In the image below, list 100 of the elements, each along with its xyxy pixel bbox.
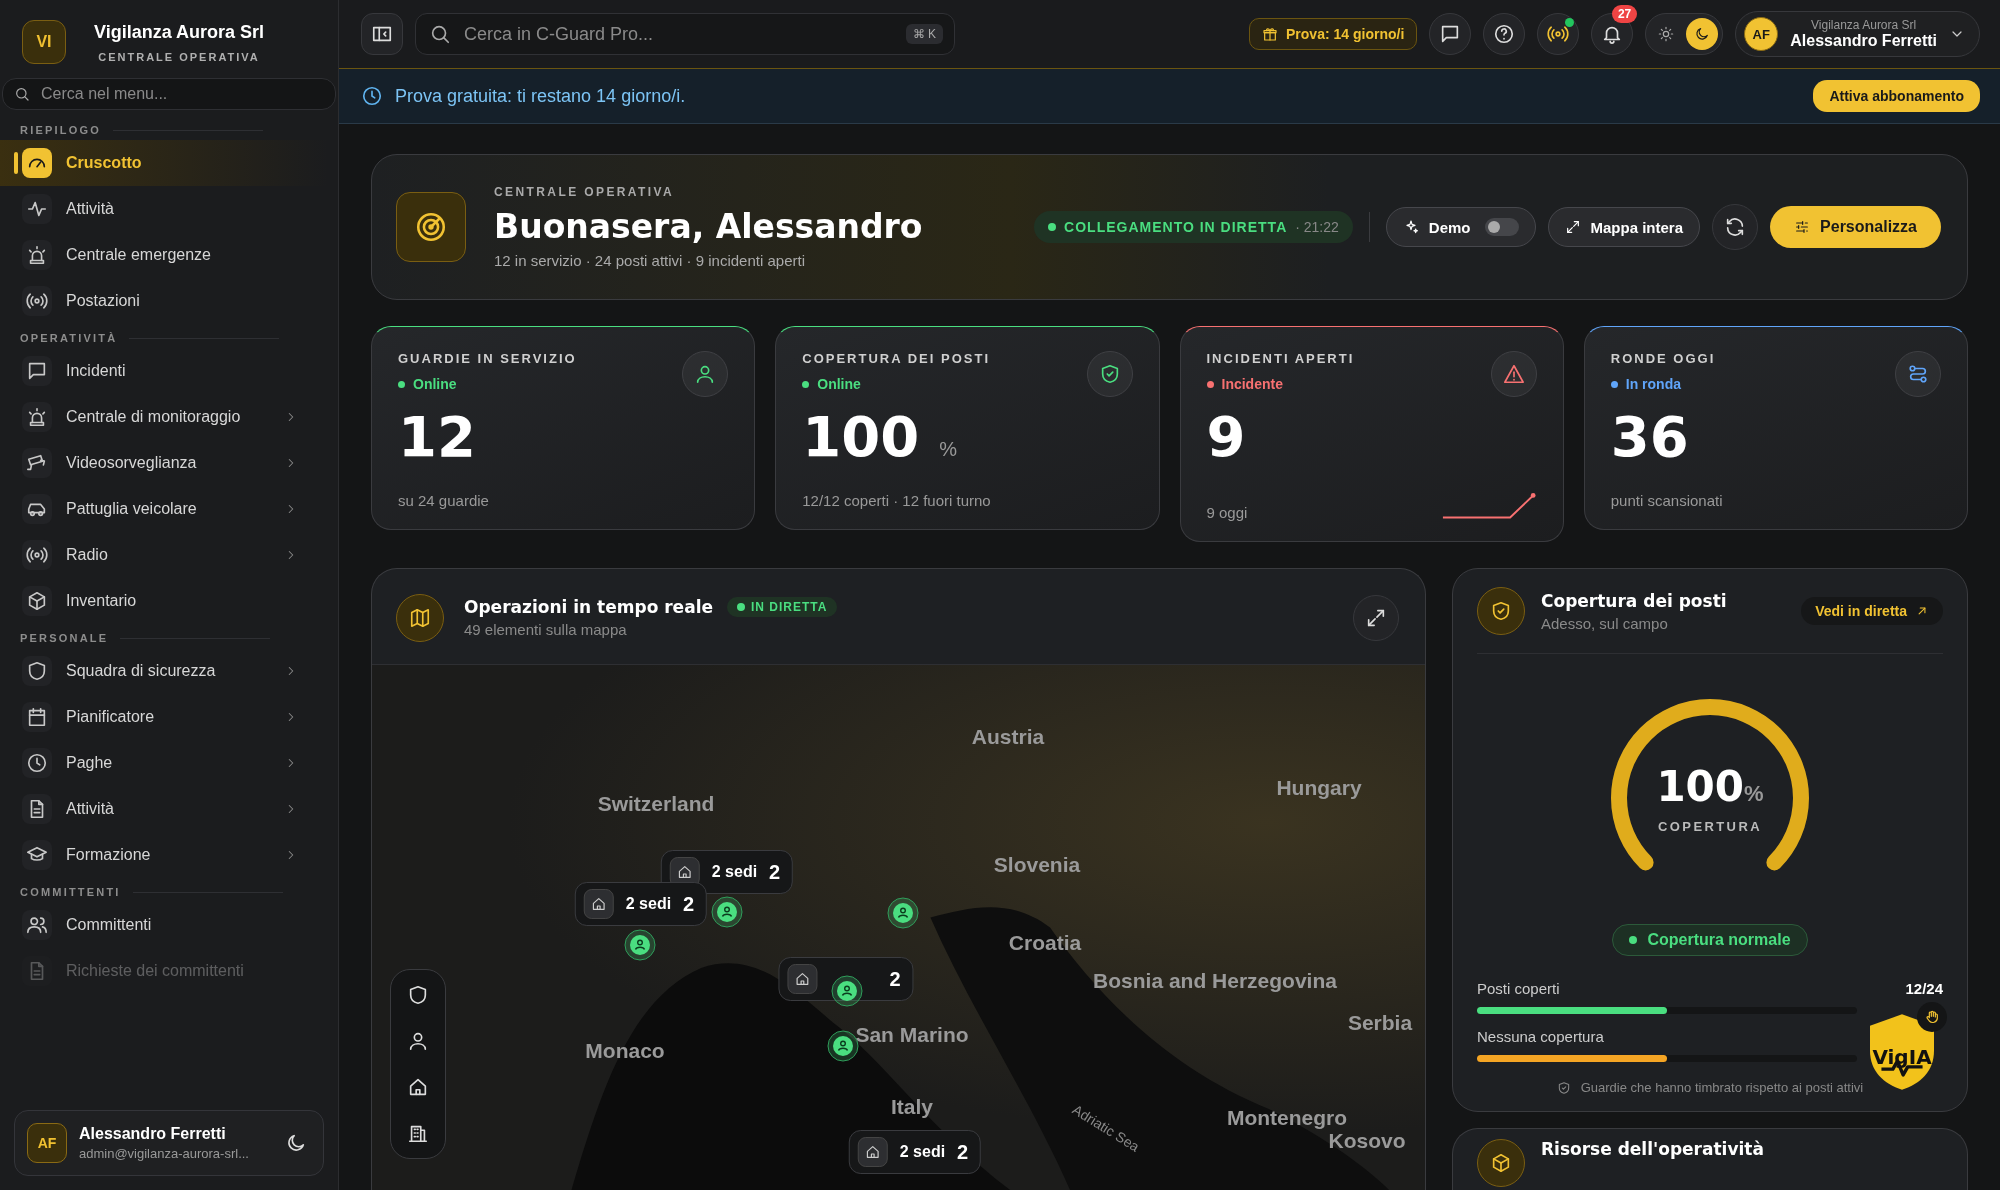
nav-item[interactable]: Formazione xyxy=(0,832,328,878)
status-label: In ronda xyxy=(1625,376,1681,392)
avatar: AF xyxy=(1744,17,1779,51)
country-label: Austria xyxy=(971,725,1045,747)
expand-button[interactable] xyxy=(1353,594,1399,641)
nav-item[interactable]: Postazioni xyxy=(0,278,328,324)
gauge-caption: COPERTURA xyxy=(1658,819,1762,834)
stat-value: 100 xyxy=(802,409,920,465)
menu-search-field[interactable]: Cerca nel menu... xyxy=(2,78,336,110)
panel-title: Risorse dell'operatività xyxy=(1541,1139,1764,1159)
help-button[interactable] xyxy=(1483,13,1526,55)
stat-value: 12 xyxy=(398,409,476,465)
shield-icon xyxy=(26,660,48,682)
live-view-link[interactable]: Vedi in diretta xyxy=(1801,597,1943,625)
stat-footnote: 9 oggi xyxy=(1206,504,1248,521)
trial-button[interactable]: Prova: 14 giorno/i xyxy=(1249,18,1418,50)
shield-check-icon xyxy=(1556,1080,1571,1095)
gauge-unit: % xyxy=(1744,781,1764,806)
panel-subtitle: Adesso, sul campo xyxy=(1541,614,1669,632)
route-icon xyxy=(1907,363,1929,385)
subscribe-button[interactable]: Attiva abbonamento xyxy=(1813,80,1980,112)
status-label: Online xyxy=(817,376,861,392)
broadcast-icon xyxy=(26,544,48,566)
nav-item[interactable]: Inventario xyxy=(0,578,328,624)
guard-marker[interactable] xyxy=(624,929,656,961)
broadcast-icon xyxy=(26,290,48,312)
user-menu[interactable]: AF Vigilanza Aurora Srl Alessandro Ferretti xyxy=(1735,11,1980,57)
home-icon xyxy=(676,864,693,880)
nav-item[interactable]: Pattuglia veicolare xyxy=(0,486,328,532)
refresh-button[interactable] xyxy=(1712,204,1759,250)
siren-icon xyxy=(26,244,48,266)
country-label: Bosnia and Herzegovina xyxy=(1093,969,1337,991)
coverage-status-pill: Copertura normale xyxy=(1612,924,1808,956)
live-badge: IN DIRETTA xyxy=(727,597,838,617)
org-name: Vigilanza Aurora Srl xyxy=(94,21,265,43)
country-label: Serbia xyxy=(1347,1011,1413,1033)
siren-icon xyxy=(26,406,48,428)
user-icon[interactable] xyxy=(407,1030,429,1052)
country-label: Hungary xyxy=(1276,776,1362,798)
site-cluster[interactable]: 2 sedi 2 xyxy=(660,850,794,894)
demo-toggle[interactable]: Demo xyxy=(1385,207,1536,247)
nav-item[interactable]: Paghe xyxy=(0,740,328,786)
full-map-button[interactable]: Mappa intera xyxy=(1547,207,1701,247)
site-cluster[interactable]: 2 xyxy=(778,957,914,1001)
site-cluster[interactable]: 2 sedi 2 xyxy=(848,1130,982,1174)
nav-item[interactable]: Pianificatore xyxy=(0,694,328,740)
country-label: Monaco xyxy=(585,1039,665,1061)
gauge-value: 100 xyxy=(1656,762,1745,811)
radio-button[interactable] xyxy=(1537,13,1580,55)
stat-footnote: punti scansionati xyxy=(1610,492,1723,509)
nav-item[interactable]: Squadra di sicurezza xyxy=(0,648,328,694)
guard-marker[interactable] xyxy=(887,897,919,929)
panel-title: Operazioni in tempo reale xyxy=(464,597,713,617)
bar-label: Nessuna copertura xyxy=(1477,1028,1604,1045)
user-name: Alessandro Ferretti xyxy=(79,1125,227,1143)
home-icon[interactable] xyxy=(407,1076,429,1098)
assistant-button[interactable]: VigIA xyxy=(1867,1012,1937,1092)
stat-value: 36 xyxy=(1610,409,1689,465)
section-heading: OPERATIVITÀ xyxy=(20,332,118,344)
nav-item[interactable]: Incidenti xyxy=(0,348,328,394)
live-status-pill: COLLEGAMENTO IN DIRETTA · 21:22 xyxy=(1034,211,1353,243)
dark-theme-button[interactable] xyxy=(1686,18,1719,50)
customize-button[interactable]: Personalizza xyxy=(1770,206,1941,248)
nav-item[interactable]: Centrale di monitoraggio xyxy=(0,394,328,440)
nav-item[interactable]: Attività xyxy=(0,786,328,832)
moon-icon[interactable] xyxy=(285,1132,307,1154)
nav-item[interactable]: Videosorveglianza xyxy=(0,440,328,486)
clock-icon xyxy=(26,752,48,774)
user-card[interactable]: AF Alessandro Ferretti admin@vigilanza-aurora-srl... xyxy=(14,1110,324,1176)
nav-item[interactable]: Attività xyxy=(0,186,328,232)
users-icon xyxy=(26,914,48,936)
guard-marker[interactable] xyxy=(711,896,743,928)
nav-item[interactable]: Committenti xyxy=(0,902,328,948)
site-cluster[interactable]: 2 sedi 2 xyxy=(574,882,708,926)
sun-icon xyxy=(1658,26,1675,42)
stat-title: COPERTURA DEI POSTI xyxy=(802,351,990,366)
moon-icon xyxy=(1694,26,1711,42)
section-heading: RIEPILOGO xyxy=(20,124,101,136)
notification-count: 27 xyxy=(1611,5,1638,23)
messages-button[interactable] xyxy=(1429,13,1472,55)
bar-label: Posti coperti xyxy=(1477,980,1560,997)
broadcast-icon xyxy=(1547,23,1570,45)
hand-button[interactable] xyxy=(1917,1002,1947,1032)
keyboard-shortcut: ⌘ K xyxy=(905,24,943,44)
stat-footnote: 12/12 coperti · 12 fuori turno xyxy=(802,492,991,509)
nav-item[interactable]: Centrale emergenze xyxy=(0,232,328,278)
section-heading: COMMITTENTI xyxy=(20,886,121,898)
panel-title: Copertura dei posti xyxy=(1541,590,1727,611)
shield-icon[interactable] xyxy=(407,984,429,1006)
avatar: AF xyxy=(27,1123,67,1163)
country-label: San Marino xyxy=(855,1023,969,1045)
user-email: admin@vigilanza-aurora-srl... xyxy=(79,1146,250,1161)
status-label: Online xyxy=(413,376,457,392)
sidebar-toggle-button[interactable] xyxy=(361,13,403,55)
nav-item[interactable]: Radio xyxy=(0,532,328,578)
gift-icon xyxy=(1262,26,1279,42)
country-label: Montenegro xyxy=(1226,1106,1348,1128)
warning-icon xyxy=(1502,363,1525,385)
calendar-icon xyxy=(26,706,48,728)
eyebrow-label: CENTRALE OPERATIVA xyxy=(494,185,676,199)
